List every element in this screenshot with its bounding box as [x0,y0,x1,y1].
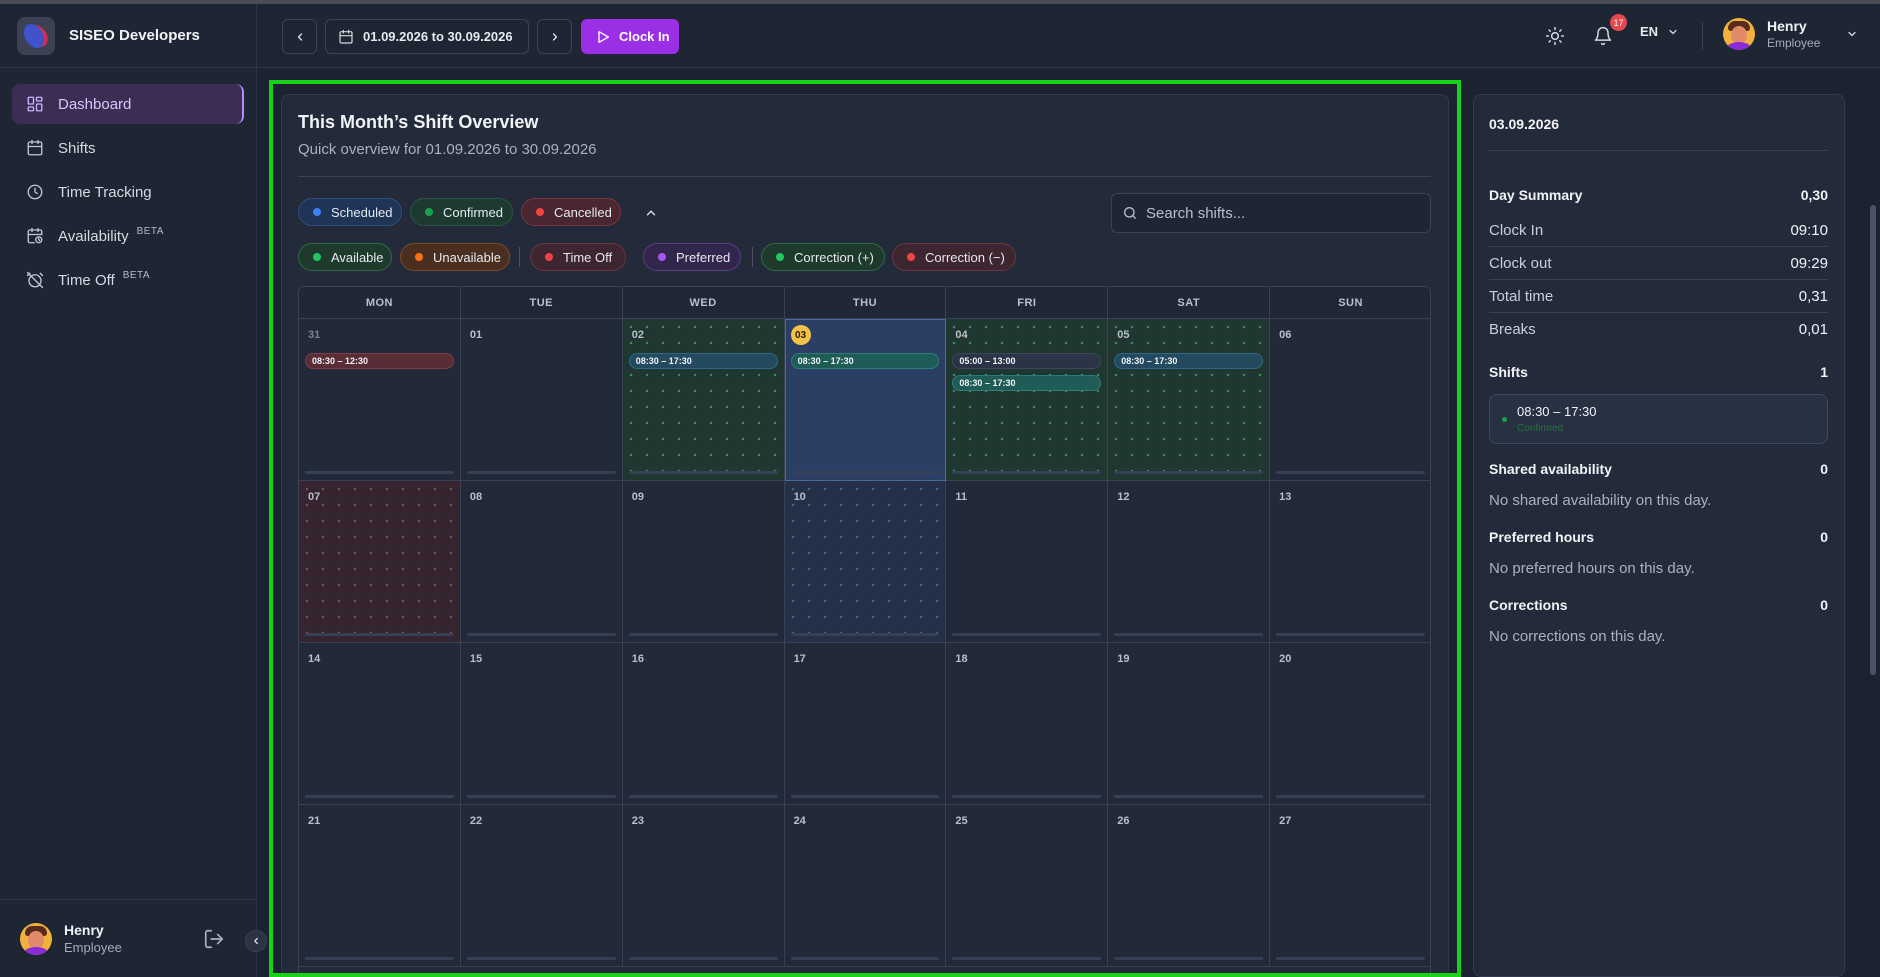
shared-availability-row: Shared availability 0 [1489,453,1828,485]
brand[interactable]: SISEO Developers [0,4,256,68]
sidebar-item-label: Shifts [58,139,96,157]
brand-logo [17,16,55,55]
avatar[interactable] [20,922,52,955]
day-shift-status: Confirmed [1517,423,1564,434]
shifts-count: 1 [1820,364,1828,380]
summary-row-value: 09:29 [1790,254,1828,272]
corrections-label: Corrections [1489,597,1568,613]
sidebar-item-label: Time Off [58,271,115,289]
preferred-hours-label: Preferred hours [1489,529,1595,545]
user-role: Employee [64,940,122,955]
alarm-off-icon [25,270,45,290]
shared-availability-count: 0 [1820,461,1828,477]
sidebar-nav: Dashboard Shifts Time Tracking Availability… [0,68,256,320]
calendar-clock-icon [25,226,45,246]
highlight-frame [269,80,1461,977]
corrections-count: 0 [1820,597,1828,613]
sidebar-item-dashboard[interactable]: Dashboard [12,84,244,124]
summary-row-clock-in: Clock In 09:10 [1489,214,1828,246]
summary-row-label: Breaks [1489,320,1536,338]
dashboard-icon [25,94,45,114]
preferred-hours-count: 0 [1820,529,1828,545]
bell-icon[interactable] [1593,26,1613,51]
sidebar-item-label: Time Tracking [58,183,152,201]
sidebar-item-time-off[interactable]: Time Off BETA [12,260,244,300]
collapse-sidebar-button[interactable] [245,930,267,952]
summary-row-breaks: Breaks 0,01 [1489,313,1828,345]
summary-row-label: Clock out [1489,254,1552,272]
user-menu-role: Employee [1767,36,1821,50]
clock-icon [25,182,45,202]
summary-row-value: 0,01 [1798,320,1828,338]
play-icon [598,30,609,43]
sidebar: SISEO Developers Dashboard Shifts Time Tra… [0,4,267,977]
summary-row-label: Total time [1489,287,1554,305]
date-range-picker[interactable]: 01.09.2026 to 30.09.2026 [325,19,529,54]
shared-availability-note: No shared availability on this day. [1489,492,1712,509]
chevron-left-icon [297,32,302,41]
summary-row-clock-out: Clock out 09:29 [1489,247,1828,279]
user-menu-name: Henry [1767,18,1807,34]
chevron-down-icon [1669,29,1677,34]
sidebar-item-time-tracking[interactable]: Time Tracking [12,172,244,212]
summary-row-label: Clock In [1489,221,1544,239]
sidebar-item-label: Availability [58,227,129,245]
user-name: Henry [64,922,104,938]
shifts-row: Shifts 1 [1489,356,1828,388]
topbar: 01.09.2026 to 30.09.2026 Clock In 17 EN … [257,4,1880,68]
scrollbar[interactable] [1870,205,1876,675]
theme-toggle-sun-icon[interactable] [1545,26,1565,51]
language-selector[interactable]: EN [1640,24,1679,39]
beta-badge: BETA [136,225,164,237]
sidebar-item-label: Dashboard [58,95,132,113]
app-root: SISEO Developers Dashboard Shifts Time Tra… [0,0,1880,977]
day-summary-label: Day Summary [1489,187,1583,203]
sidebar-item-availability[interactable]: Availability BETA [12,216,244,256]
sidebar-item-shifts[interactable]: Shifts [12,128,244,168]
corrections-note: No corrections on this day. [1489,628,1666,645]
topbar-divider [1702,22,1703,50]
clock-in-label: Clock In [619,29,670,44]
notification-badge: 17 [1610,14,1627,31]
chevron-down-icon [1848,31,1856,37]
avatar [1723,18,1755,50]
status-dot [1502,417,1507,422]
shifts-label: Shifts [1489,364,1528,380]
user-menu[interactable]: Henry Employee [1723,18,1858,50]
shared-availability-label: Shared availability [1489,461,1612,477]
sidebar-user: Henry Employee [0,899,267,977]
preferred-hours-note: No preferred hours on this day. [1489,560,1695,577]
prev-range-button[interactable] [282,19,317,54]
chevron-right-icon [552,32,557,41]
summary-row-value: 09:10 [1790,221,1828,239]
clock-in-button[interactable]: Clock In [581,19,679,54]
next-range-button[interactable] [537,19,572,54]
summary-row-value: 0,31 [1798,287,1828,305]
selected-date: 03.09.2026 [1489,116,1560,132]
logout-icon[interactable] [203,928,225,950]
calendar-icon [25,138,45,158]
corrections-row: Corrections 0 [1489,589,1828,621]
language-label: EN [1640,24,1659,39]
calendar-icon [339,29,353,44]
day-shift-time: 08:30 – 17:30 [1517,404,1597,419]
beta-badge: BETA [122,269,151,281]
date-range-label: 01.09.2026 to 30.09.2026 [363,29,513,44]
day-summary-row: Day Summary 0,30 [1489,179,1828,211]
day-shift-item[interactable]: 08:30 – 17:30 Confirmed [1489,394,1828,444]
panel-divider [1489,150,1828,151]
summary-row-total-time: Total time 0,31 [1489,280,1828,312]
brand-name: SISEO Developers [69,27,200,44]
day-summary-value: 0,30 [1800,187,1828,203]
preferred-hours-row: Preferred hours 0 [1489,521,1828,553]
